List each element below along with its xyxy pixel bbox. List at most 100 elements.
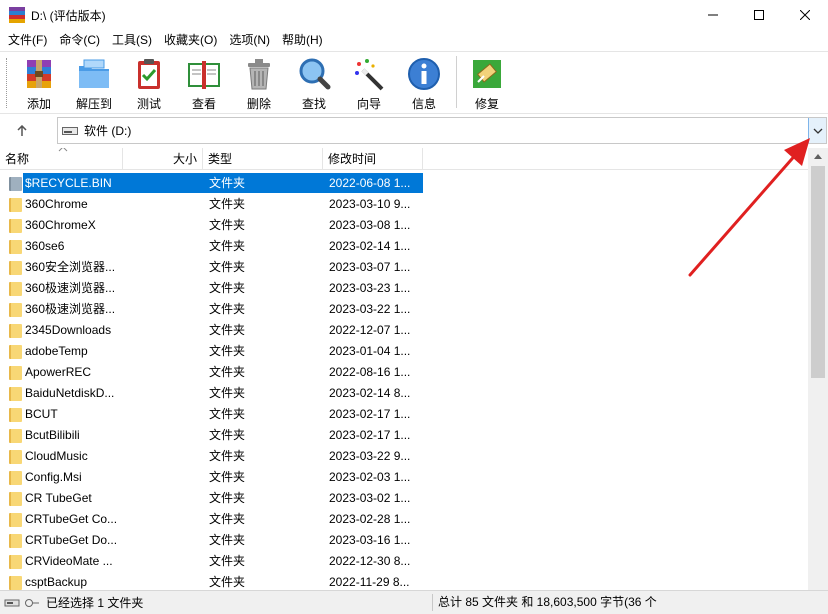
path-dropdown-button[interactable] [808, 118, 826, 143]
file-row[interactable]: 360ChromeX 文件夹 2023-03-08 1... [0, 215, 808, 236]
maximize-icon [754, 10, 764, 20]
trash-icon [241, 56, 277, 92]
file-type: 文件夹 [209, 407, 246, 421]
close-button[interactable] [782, 0, 828, 30]
file-row[interactable]: CRTubeGet Do... 文件夹 2023-03-16 1... [0, 530, 808, 551]
file-name: BaiduNetdiskD... [25, 386, 115, 400]
test-button[interactable]: 测试 [125, 56, 173, 112]
file-name: 360极速浏览器... [25, 281, 116, 295]
column-header-size[interactable]: 大小 [123, 148, 203, 170]
info-label: 信息 [411, 97, 436, 111]
menu-options[interactable]: 选项(N) [223, 30, 276, 50]
file-row[interactable]: BaiduNetdiskD... 文件夹 2023-02-14 8... [0, 383, 808, 404]
file-row[interactable]: $RECYCLE.BIN 文件夹 2022-06-08 1... [0, 173, 808, 194]
file-name: csptBackup [25, 575, 88, 589]
file-row[interactable]: ApowerREC 文件夹 2022-08-16 1... [0, 362, 808, 383]
menu-commands[interactable]: 命令(C) [53, 30, 106, 50]
file-row[interactable]: 360安全浏览器... 文件夹 2023-03-07 1... [0, 257, 808, 278]
menu-help[interactable]: 帮助(H) [276, 30, 329, 50]
file-row[interactable]: csptBackup 文件夹 2022-11-29 8... [0, 572, 808, 590]
file-modified: 2022-12-07 1... [329, 323, 411, 337]
file-name: 360Chrome [25, 197, 88, 211]
file-modified: 2023-02-14 1... [329, 239, 411, 253]
menu-tools[interactable]: 工具(S) [106, 30, 158, 50]
column-header-type[interactable]: 类型 [203, 148, 323, 170]
file-type: 文件夹 [209, 176, 246, 190]
view-label: 查看 [191, 97, 216, 111]
path-combobox[interactable]: 软件 (D:) [57, 117, 827, 144]
folder-icon [9, 492, 23, 506]
file-row[interactable]: CRTubeGet Co... 文件夹 2023-02-28 1... [0, 509, 808, 530]
file-name: 2345Downloads [25, 323, 112, 337]
scroll-up-icon [814, 154, 822, 159]
file-name: ApowerREC [25, 365, 92, 379]
file-list-header: 名称 大小 类型 修改时间 [0, 148, 808, 170]
wizard-button[interactable]: 向导 [345, 56, 393, 112]
file-row[interactable]: CRVideoMate ... 文件夹 2022-12-30 8... [0, 551, 808, 572]
info-button[interactable]: 信息 [400, 56, 448, 112]
view-book-icon [186, 56, 222, 92]
add-button[interactable]: 添加 [15, 56, 63, 112]
menu-bar: 文件(F) 命令(C) 工具(S) 收藏夹(O) 选项(N) 帮助(H) [0, 30, 828, 50]
file-name: BCUT [25, 407, 58, 421]
file-modified: 2023-02-17 1... [329, 428, 411, 442]
column-header-modified[interactable]: 修改时间 [323, 148, 423, 170]
file-row[interactable]: BCUT 文件夹 2023-02-17 1... [0, 404, 808, 425]
file-type: 文件夹 [209, 344, 246, 358]
toolbar-grip[interactable] [6, 58, 9, 108]
extract-to-button[interactable]: 解压到 [70, 56, 118, 112]
up-one-level-button[interactable] [10, 121, 34, 141]
file-type: 文件夹 [209, 575, 246, 589]
delete-button[interactable]: 删除 [235, 56, 283, 112]
test-label: 测试 [136, 97, 161, 111]
folder-icon [9, 240, 23, 254]
file-type: 文件夹 [209, 302, 246, 316]
vertical-scrollbar[interactable] [808, 148, 828, 590]
file-type: 文件夹 [209, 260, 246, 274]
file-name: BcutBilibili [25, 428, 80, 442]
file-rows: $RECYCLE.BIN 文件夹 2022-06-08 1... 360Chrome 文… [0, 173, 808, 590]
file-type: 文件夹 [209, 491, 246, 505]
file-modified: 2023-03-22 1... [329, 302, 411, 316]
file-row[interactable]: 360极速浏览器... 文件夹 2023-03-23 1... [0, 278, 808, 299]
address-bar: 软件 (D:) [0, 115, 828, 147]
repair-label: 修复 [474, 97, 499, 111]
find-label: 查找 [301, 97, 326, 111]
folder-icon [9, 387, 23, 401]
folder-icon [9, 555, 23, 569]
column-header-name[interactable]: 名称 [0, 148, 123, 170]
view-button[interactable]: 查看 [180, 56, 228, 112]
file-list: 名称 大小 类型 修改时间 $RECYCLE.BIN 文件夹 2022-06-08 … [0, 148, 808, 590]
file-name: Config.Msi [25, 470, 82, 484]
file-row[interactable]: Config.Msi 文件夹 2023-02-03 1... [0, 467, 808, 488]
menu-file[interactable]: 文件(F) [2, 30, 53, 50]
file-row[interactable]: CR TubeGet 文件夹 2023-03-02 1... [0, 488, 808, 509]
file-type: 文件夹 [209, 554, 246, 568]
folder-icon [9, 282, 23, 296]
maximize-button[interactable] [736, 0, 782, 30]
menu-favorites[interactable]: 收藏夹(O) [158, 30, 223, 50]
path-text: 软件 (D:) [84, 124, 132, 138]
minimize-button[interactable] [690, 0, 736, 30]
file-row[interactable]: 360se6 文件夹 2023-02-14 1... [0, 236, 808, 257]
file-modified: 2023-02-17 1... [329, 407, 411, 421]
scroll-up-button[interactable] [808, 148, 828, 165]
file-row[interactable]: adobeTemp 文件夹 2023-01-04 1... [0, 341, 808, 362]
file-type: 文件夹 [209, 512, 246, 526]
folder-icon [9, 219, 23, 233]
file-row[interactable]: 360Chrome 文件夹 2023-03-10 9... [0, 194, 808, 215]
file-row[interactable]: BcutBilibili 文件夹 2023-02-17 1... [0, 425, 808, 446]
file-row[interactable]: CloudMusic 文件夹 2023-03-22 9... [0, 446, 808, 467]
scrollbar-thumb[interactable] [811, 166, 825, 378]
file-name: 360安全浏览器... [25, 260, 116, 274]
repair-button[interactable]: 修复 [463, 56, 511, 112]
file-name: CloudMusic [25, 449, 88, 463]
folder-icon [9, 576, 23, 590]
folder-icon [9, 177, 23, 191]
delete-label: 删除 [246, 97, 271, 111]
find-button[interactable]: 查找 [290, 56, 338, 112]
repair-icon [469, 56, 505, 92]
folder-icon [9, 450, 23, 464]
file-row[interactable]: 2345Downloads 文件夹 2022-12-07 1... [0, 320, 808, 341]
file-row[interactable]: 360极速浏览器... 文件夹 2023-03-22 1... [0, 299, 808, 320]
